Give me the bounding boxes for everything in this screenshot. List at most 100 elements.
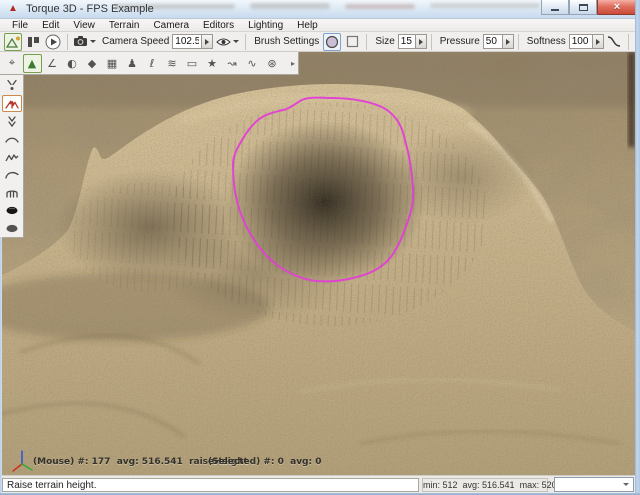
terrain-tools-sidebar [0, 75, 24, 238]
terrain-painter-icon: ∠ [47, 57, 57, 70]
clear-terrain-button[interactable] [2, 201, 22, 218]
softness-label: Softness [527, 36, 566, 47]
mission-area-editor-button[interactable]: ▭ [183, 54, 202, 73]
menu-help[interactable]: Help [290, 19, 325, 32]
square-brush-icon [346, 35, 359, 48]
menu-edit[interactable]: Edit [35, 19, 66, 32]
circle-brush-button[interactable] [323, 33, 341, 51]
size-label: Size [375, 36, 394, 47]
smooth-slope-button[interactable] [2, 166, 22, 183]
toolbar-overflow-chevron[interactable]: ▸ [291, 59, 296, 68]
menu-editors[interactable]: Editors [196, 19, 241, 32]
camera-dropdown-button[interactable] [73, 33, 97, 51]
smooth-button[interactable] [2, 130, 22, 147]
pressure-spinner[interactable] [503, 34, 514, 49]
menu-lighting[interactable]: Lighting [241, 19, 290, 32]
camera-speed-input[interactable] [172, 34, 202, 49]
set-height-icon [4, 185, 20, 199]
grab-terrain-icon [4, 78, 20, 92]
datablock-editor-icon: ♟ [127, 57, 137, 70]
size-spinner[interactable] [416, 34, 427, 49]
spinner-arrow-icon [205, 39, 209, 45]
window: ▲ Torque 3D - FPS Example × File Edit Vi… [0, 0, 640, 495]
minimize-icon [551, 9, 559, 11]
mesh-road-editor-button[interactable]: ⊛ [263, 54, 282, 73]
particle-editor-icon: ℓ [150, 57, 155, 70]
window-title: Torque 3D - FPS Example [26, 3, 154, 15]
decal-editor-button[interactable]: ★ [203, 54, 222, 73]
object-editor-button[interactable]: ⌖ [3, 54, 22, 73]
status-dropdown[interactable] [554, 477, 634, 492]
gui-editor-button[interactable]: ▦ [103, 54, 122, 73]
status-message: Raise terrain height. [2, 478, 419, 492]
lower-height-button[interactable] [2, 113, 22, 130]
menu-view[interactable]: View [66, 19, 102, 32]
square-brush-button[interactable] [343, 33, 361, 51]
close-icon: × [614, 2, 620, 13]
paint-noise-button[interactable] [2, 148, 22, 165]
pressure-spinbox [483, 34, 514, 49]
set-empty-icon [4, 221, 20, 235]
particle-editor-button[interactable]: ℓ [143, 54, 162, 73]
world-editor-button[interactable] [4, 33, 22, 51]
set-height-button[interactable] [2, 184, 22, 201]
visibility-dropdown-button[interactable] [214, 33, 240, 51]
river-editor-icon: ≋ [167, 57, 176, 70]
material-editor-button[interactable]: ◆ [83, 54, 102, 73]
menu-camera[interactable]: Camera [146, 19, 196, 32]
falloff-curve-icon [607, 36, 621, 47]
app-logo-icon[interactable]: ▲ [7, 3, 19, 15]
raise-height-button[interactable] [2, 95, 22, 112]
separator [67, 34, 68, 50]
titlebar: ▲ Torque 3D - FPS Example × [0, 0, 640, 19]
terrain-render [0, 52, 635, 475]
grab-terrain-button[interactable] [2, 77, 22, 94]
background-smudge [345, 4, 415, 9]
camera-speed-spinner[interactable] [202, 34, 213, 49]
terrain-stats: min: 512 avg: 516.541 max: 520.938 [422, 478, 548, 492]
spinner-arrow-icon [596, 39, 600, 45]
softness-spinner[interactable] [593, 34, 604, 49]
falloff-curve-button[interactable] [605, 33, 623, 51]
raise-height-icon [4, 96, 20, 110]
panels-icon [27, 36, 40, 48]
terrain-editor-button[interactable]: ▲ [23, 54, 42, 73]
toggle-panels-button[interactable] [24, 33, 42, 51]
terrain-mountain-icon [6, 35, 21, 48]
minimize-button[interactable] [541, 0, 569, 15]
terrain-painter-button[interactable]: ∠ [43, 54, 62, 73]
forest-editor-button[interactable]: ↝ [223, 54, 242, 73]
close-button[interactable]: × [597, 0, 637, 15]
maximize-button[interactable] [569, 0, 597, 15]
menu-terrain[interactable]: Terrain [102, 19, 147, 32]
editors-toolbar: ⌖ ▲ ∠ ◐ ◆ ▦ ♟ ℓ ≋ ▭ ★ ↝ ∿ ⊛ ▸ [0, 52, 299, 75]
camera-speed-spinbox [172, 34, 213, 49]
terrain-editor-icon: ▲ [28, 57, 36, 70]
set-empty-button[interactable] [2, 219, 22, 236]
pressure-input[interactable] [483, 34, 503, 49]
object-editor-icon: ⌖ [9, 56, 15, 70]
separator [518, 34, 519, 50]
menubar: File Edit View Terrain Camera Editors Li… [0, 19, 640, 32]
play-game-button[interactable] [44, 33, 62, 51]
pressure-label: Pressure [440, 36, 480, 47]
main-toolbar: Camera Speed Brush Settings Size [0, 32, 635, 52]
separator [245, 34, 246, 50]
spinner-arrow-icon [506, 39, 510, 45]
viewport-3d[interactable]: (Mouse) #: 177 avg: 516.541 raiseHeight … [0, 52, 635, 475]
circle-brush-icon [325, 35, 339, 49]
material-editor-icon: ◆ [88, 57, 96, 70]
paint-noise-icon [4, 150, 20, 164]
size-spinbox [398, 34, 427, 49]
clear-terrain-icon [4, 203, 20, 217]
background-smudge [250, 3, 330, 9]
sketch-tool-button[interactable]: ◐ [63, 54, 82, 73]
river-editor-button[interactable]: ≋ [163, 54, 182, 73]
softness-input[interactable] [569, 34, 593, 49]
menu-file[interactable]: File [5, 19, 35, 32]
mesh-road-editor-icon: ⊛ [267, 57, 276, 70]
size-input[interactable] [398, 34, 416, 49]
datablock-editor-button[interactable]: ♟ [123, 54, 142, 73]
background-smudge [430, 3, 540, 8]
road-path-editor-button[interactable]: ∿ [243, 54, 262, 73]
